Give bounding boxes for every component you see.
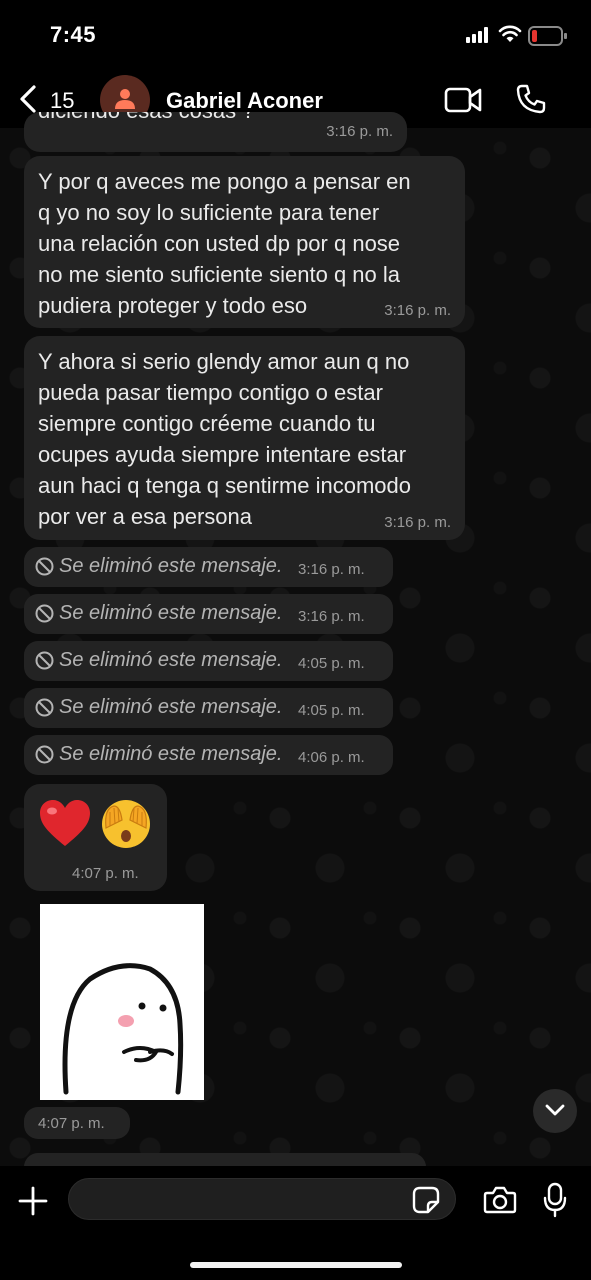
message-time: 3:16 p. m. (384, 514, 451, 531)
unread-count[interactable]: 15 (50, 88, 74, 114)
battery-icon (528, 26, 567, 46)
deleted-text: Se eliminó este mensaje. (59, 555, 283, 577)
sticker-time-badge: 4:07 p. m. (24, 1107, 130, 1139)
camera-icon[interactable] (483, 1186, 517, 1214)
message-bubble-partial[interactable]: diciendo esas cosas ? 3:16 p. m. (24, 112, 407, 152)
message-time: 3:16 p. m. (384, 302, 451, 319)
status-time: 7:45 (50, 22, 97, 47)
message-text: Y ahora si serio glendy amor aun q no pu… (38, 349, 412, 529)
deleted-message[interactable]: Se eliminó este mensaje. 3:16 p. m. (24, 547, 393, 587)
message-time: 3:16 p. m. (298, 608, 365, 625)
prohibited-icon (35, 604, 54, 623)
prohibited-icon (35, 745, 54, 764)
phone-icon[interactable] (515, 83, 547, 115)
prohibited-icon (35, 557, 54, 576)
message-bubble[interactable]: Y por q aveces me pongo a pensar en q yo… (24, 156, 465, 328)
plus-icon[interactable] (18, 1186, 48, 1216)
message-text: diciendo esas cosas ? (38, 112, 254, 124)
prohibited-icon (35, 698, 54, 717)
cellular-signal-icon (466, 27, 488, 43)
message-bubble[interactable]: Y ahora si serio glendy amor aun q no pu… (24, 336, 465, 540)
sticker-drawing (62, 963, 184, 1095)
message-time: 4:07 p. m. (38, 1115, 105, 1132)
message-time: 3:16 p. m. (326, 123, 393, 140)
deleted-message[interactable]: Se eliminó este mensaje. 4:05 p. m. (24, 688, 393, 728)
emoji-message[interactable]: 4:07 p. m. (24, 784, 167, 891)
microphone-icon[interactable] (543, 1182, 567, 1218)
chevron-left-icon[interactable] (16, 84, 40, 114)
deleted-message[interactable]: Se eliminó este mensaje. 3:16 p. m. (24, 594, 393, 634)
message-time: 4:06 p. m. (298, 749, 365, 766)
message-time: 4:07 p. m. (72, 865, 139, 882)
sticker-image[interactable] (40, 904, 204, 1100)
deleted-text: Se eliminó este mensaje. (59, 649, 283, 671)
video-camera-icon[interactable] (444, 86, 482, 114)
deleted-message[interactable]: Se eliminó este mensaje. 4:06 p. m. (24, 735, 393, 775)
red-heart-icon (40, 800, 90, 846)
prohibited-icon (35, 651, 54, 670)
wifi-icon (498, 25, 522, 42)
deleted-text: Se eliminó este mensaje. (59, 743, 283, 765)
scroll-down-button[interactable] (533, 1089, 577, 1133)
status-bar: 7:45 (0, 0, 591, 70)
deleted-text: Se eliminó este mensaje. (59, 696, 283, 718)
chevron-down-icon (545, 1104, 565, 1116)
deleted-message[interactable]: Se eliminó este mensaje. 4:05 p. m. (24, 641, 393, 681)
sticker-icon[interactable] (412, 1186, 440, 1214)
contact-name[interactable]: Gabriel Aconer (166, 88, 323, 114)
deleted-text: Se eliminó este mensaje. (59, 602, 283, 624)
message-input[interactable] (68, 1178, 456, 1220)
person-icon (115, 89, 135, 109)
message-time: 3:16 p. m. (298, 561, 365, 578)
message-time: 4:05 p. m. (298, 655, 365, 672)
message-time: 4:05 p. m. (298, 702, 365, 719)
home-indicator[interactable] (190, 1262, 402, 1268)
face-with-hand-over-eyes-icon (102, 800, 150, 848)
composer-bar (0, 1166, 591, 1280)
message-text: Y por q aveces me pongo a pensar en q yo… (38, 169, 411, 318)
